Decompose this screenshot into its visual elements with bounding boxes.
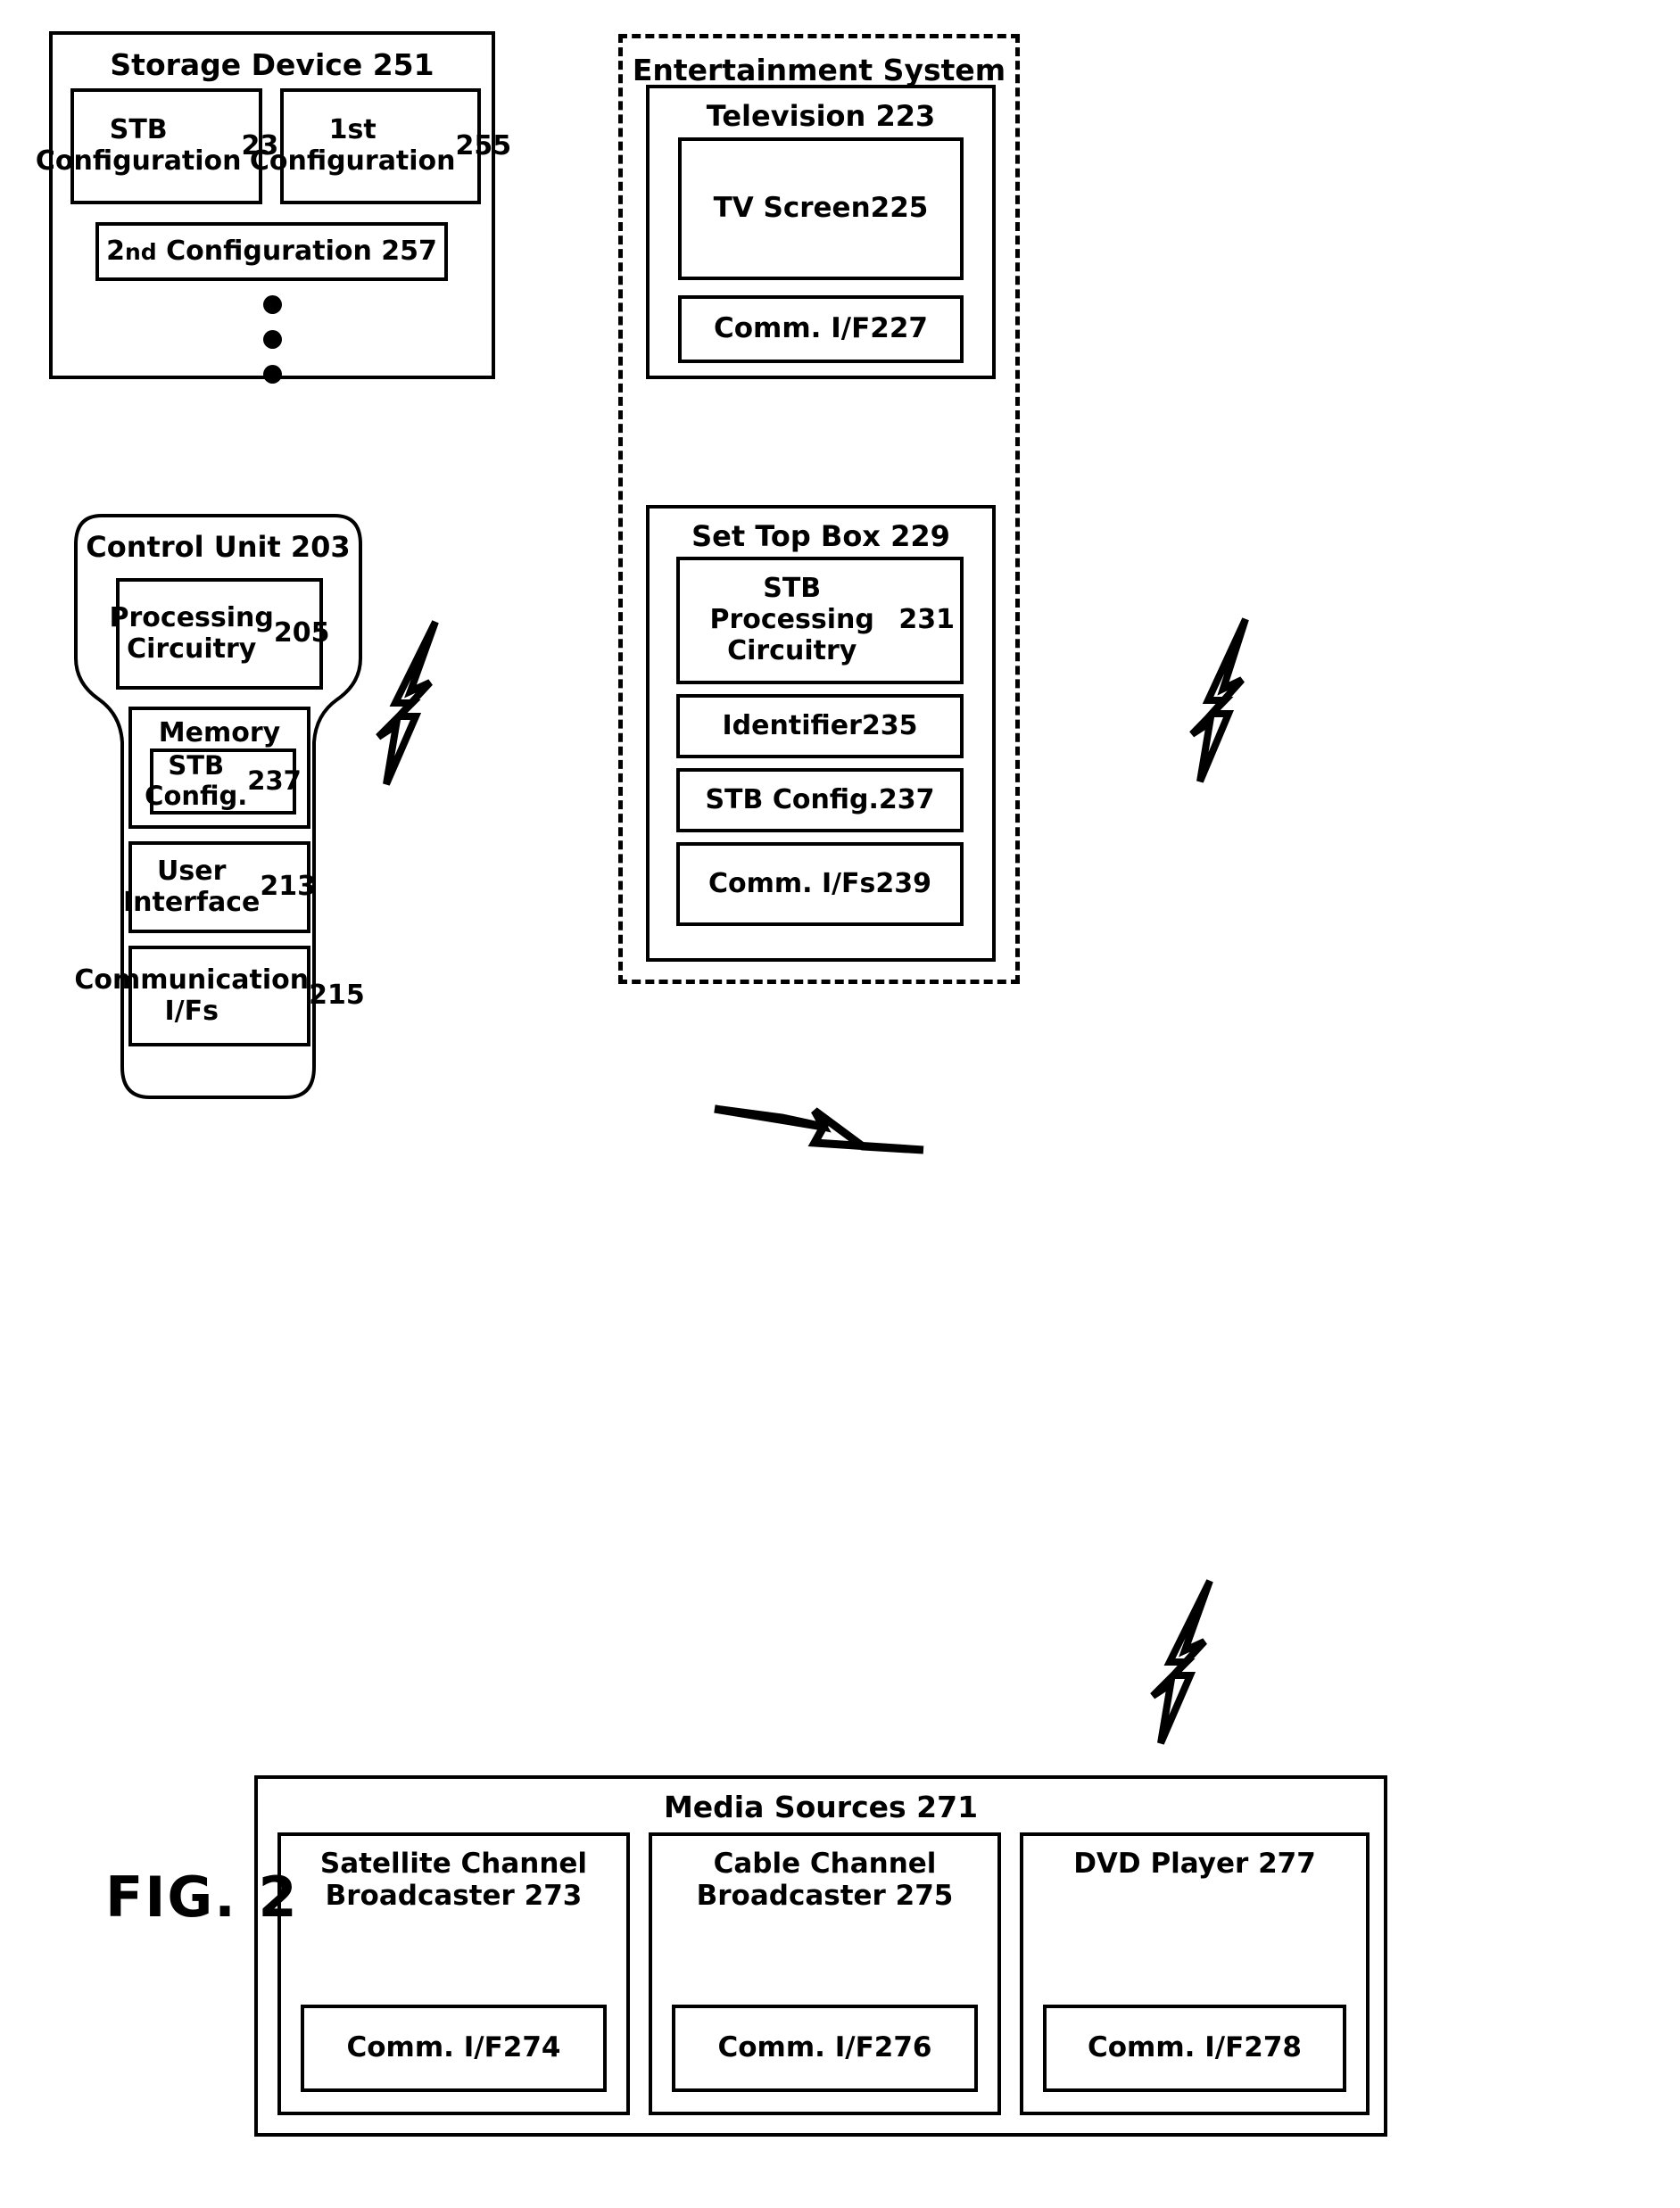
comm-if-274-label: Comm. I/F 274	[346, 2031, 561, 2064]
stb-processing-circuitry-231-label: STB Processing Circuitry 231	[709, 573, 956, 666]
memory-209-box: Memory 209 STB Config. 237	[128, 707, 310, 829]
identifier-235-box: Identifier 235	[676, 694, 964, 758]
lightning-bolt-icon	[1174, 616, 1272, 785]
dot-icon	[262, 330, 282, 349]
television-title: Television 223	[706, 99, 936, 133]
control-unit-block: Control Unit 203 Processing Circuitry 20…	[70, 509, 367, 1111]
tv-screen-225-box: TV Screen 225	[678, 137, 964, 280]
identifier-235-label: Identifier 235	[722, 709, 918, 741]
first-configuration-255-box: 1st Configuration 255	[249, 88, 512, 204]
patent-figure-2: Storage Device 251 STB Configuration 237…	[0, 0, 1680, 2208]
lightning-bolt-icon	[1131, 1577, 1238, 1747]
stb-config-237-label: STB Config. 237	[705, 783, 935, 815]
cable-channel-broadcaster-title: Cable Channel Broadcaster 275	[696, 1848, 954, 1912]
comm-ifs-239-box: Comm. I/Fs 239	[676, 842, 964, 926]
stb-configuration-237-box: STB Configuration 237	[35, 88, 298, 204]
second-configuration-257-label: 2nd Configuration 257	[106, 235, 437, 267]
comm-ifs-239-label: Comm. I/Fs 239	[708, 867, 932, 899]
cable-channel-broadcaster-block: Cable Channel Broadcaster 275 Comm. I/F …	[649, 1832, 1001, 2115]
satellite-channel-broadcaster-title: Satellite Channel Broadcaster 273	[319, 1848, 588, 1912]
comm-if-278-label: Comm. I/F 278	[1088, 2031, 1302, 2064]
set-top-box-title: Set Top Box 229	[691, 519, 950, 553]
dvd-player-block: DVD Player 277 Comm. I/F 278	[1020, 1832, 1370, 2115]
lightning-bolt-icon	[357, 618, 464, 788]
comm-if-274-box: Comm. I/F 274	[301, 2005, 607, 2092]
stb-config-237-memory-box: STB Config. 237	[145, 748, 302, 815]
dot-icon	[262, 365, 282, 384]
comm-if-227-box: Comm. I/F 227	[678, 295, 964, 363]
stb-config-237-box: STB Config. 237	[676, 768, 964, 832]
continuation-dots	[53, 295, 492, 384]
processing-circuitry-205-box: Processing Circuitry 205	[109, 578, 330, 690]
figure-caption: FIG. 2	[105, 1865, 299, 1930]
comm-if-276-label: Comm. I/F 276	[717, 2031, 932, 2064]
media-sources-title: Media Sources 271	[663, 1790, 979, 1824]
control-unit-title: Control Unit 203	[86, 530, 351, 564]
stb-configuration-237-label: STB Configuration 237	[35, 114, 298, 177]
dvd-player-title: DVD Player 277	[1073, 1848, 1316, 1880]
stb-processing-circuitry-231-box: STB Processing Circuitry 231	[676, 557, 964, 684]
first-configuration-255-label: 1st Configuration 255	[249, 114, 512, 177]
satellite-channel-broadcaster-block: Satellite Channel Broadcaster 273 Comm. …	[277, 1832, 630, 2115]
entertainment-system-block: Entertainment System 221 Television 223 …	[618, 34, 1020, 984]
user-interface-213-box: User Interface 213	[122, 841, 317, 933]
media-sources-block: Media Sources 271 Satellite Channel Broa…	[254, 1775, 1387, 2137]
lightning-bolt-icon	[709, 1075, 932, 1182]
second-configuration-257-box: 2nd Configuration 257	[95, 222, 448, 281]
storage-device-block: Storage Device 251 STB Configuration 237…	[35, 31, 512, 384]
communication-ifs-215-label: Communication I/Fs 215	[74, 963, 365, 1027]
processing-circuitry-205-label: Processing Circuitry 205	[109, 601, 330, 665]
comm-if-227-label: Comm. I/F 227	[714, 312, 928, 345]
storage-device-title: Storage Device 251	[110, 47, 434, 82]
communication-ifs-215-box: Communication I/Fs 215	[74, 946, 365, 1046]
user-interface-213-label: User Interface 213	[122, 855, 317, 918]
television-block: Television 223 TV Screen 225 Comm. I/F 2…	[646, 85, 996, 379]
dot-icon	[262, 295, 282, 314]
set-top-box-block: Set Top Box 229 STB Processing Circuitry…	[646, 505, 996, 962]
stb-config-237-memory-label: STB Config. 237	[145, 750, 302, 811]
comm-if-276-box: Comm. I/F 276	[672, 2005, 978, 2092]
comm-if-278-box: Comm. I/F 278	[1043, 2005, 1346, 2092]
tv-screen-225-label: TV Screen 225	[713, 192, 929, 225]
